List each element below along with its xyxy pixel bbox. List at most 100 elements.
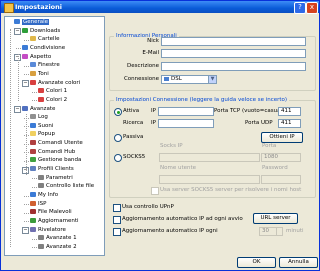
tree-item-icon bbox=[38, 174, 44, 180]
tree-item-label: Generale bbox=[22, 19, 50, 25]
connection-select[interactable]: DSL ▼ bbox=[161, 75, 217, 84]
tree-item[interactable]: Avanzate 2 bbox=[38, 243, 77, 251]
tree-item[interactable]: Gestione banda bbox=[30, 157, 81, 164]
tree-item-icon bbox=[38, 183, 44, 189]
socks-ip-input[interactable] bbox=[159, 153, 260, 162]
active-radio[interactable] bbox=[114, 108, 122, 116]
tree-item[interactable]: Finestre bbox=[30, 62, 60, 69]
socks-resolve-label: Usa server SOCKS5 server per risolvere i… bbox=[160, 187, 302, 193]
tree-guide-line bbox=[18, 54, 19, 101]
get-ip-button[interactable]: Ottieni IP bbox=[261, 132, 303, 143]
tree-connector bbox=[32, 178, 37, 180]
spin-icon[interactable] bbox=[276, 228, 282, 235]
tree-item-icon bbox=[30, 166, 36, 172]
close-button[interactable]: x bbox=[306, 2, 318, 14]
tree-item[interactable]: Condivisione bbox=[22, 44, 65, 52]
tree-item[interactable]: Aspetto bbox=[22, 53, 52, 61]
tree-item-icon bbox=[22, 44, 28, 50]
tree-item-label: Parametri bbox=[46, 174, 73, 181]
nick-input[interactable] bbox=[161, 37, 306, 46]
socks-port-label: Porta bbox=[262, 143, 277, 149]
password-input[interactable] bbox=[261, 175, 301, 184]
tree-item[interactable]: ISP bbox=[30, 200, 46, 208]
description-input[interactable] bbox=[161, 62, 306, 71]
auto-ip-every-checkbox[interactable] bbox=[113, 228, 121, 236]
tree-item[interactable]: My Info bbox=[30, 192, 58, 199]
tree-connector bbox=[16, 48, 21, 50]
tree-item-icon bbox=[30, 209, 36, 215]
auto-ip-checkbox[interactable] bbox=[113, 216, 121, 224]
ok-button[interactable]: OK bbox=[237, 257, 276, 268]
tree-item-icon bbox=[30, 62, 36, 68]
upnp-label: Usa controllo UPnP bbox=[122, 204, 174, 210]
tree-item[interactable]: Log bbox=[30, 114, 48, 121]
tree-item[interactable]: Colori 1 bbox=[38, 88, 67, 95]
tree-item-label: Aspetto bbox=[30, 53, 52, 60]
tree-item-icon bbox=[30, 36, 36, 42]
title-bar[interactable]: Impostazioni ? x bbox=[1, 1, 319, 14]
tree-item[interactable]: Suoni bbox=[30, 122, 53, 130]
tree-item-icon bbox=[30, 114, 36, 120]
minutes-input[interactable]: 30 bbox=[259, 227, 283, 236]
upnp-checkbox[interactable] bbox=[113, 204, 121, 212]
tree-expander[interactable]: − bbox=[22, 227, 29, 235]
tree-expander[interactable]: − bbox=[14, 106, 21, 113]
tree-item[interactable]: Cartelle bbox=[30, 36, 59, 43]
username-input[interactable] bbox=[159, 175, 260, 184]
tcp-port-input[interactable]: 411 bbox=[278, 107, 301, 116]
tree-item[interactable]: Profili Clients bbox=[30, 166, 74, 173]
tree-item[interactable]: File Malevoli bbox=[30, 209, 72, 216]
chevron-down-icon[interactable]: ▼ bbox=[208, 76, 216, 83]
passive-label: Passiva bbox=[123, 134, 144, 140]
tree-item[interactable]: Avanzate bbox=[22, 105, 55, 113]
email-input[interactable] bbox=[161, 49, 306, 58]
help-button[interactable]: ? bbox=[294, 2, 306, 14]
tree-item[interactable]: Avanzate 1 bbox=[38, 235, 77, 242]
app-icon bbox=[4, 3, 14, 13]
tree-item[interactable]: Downloads bbox=[22, 27, 60, 35]
tree-item[interactable]: Comandi Utente bbox=[30, 140, 83, 147]
udp-port-input[interactable]: 411 bbox=[278, 119, 301, 128]
tree-item[interactable]: Parametri bbox=[38, 174, 73, 182]
email-label: E-Mail bbox=[142, 50, 159, 56]
tree-item-label: Rivelatore bbox=[38, 226, 66, 233]
tree-item-label: Aggiornamenti bbox=[38, 217, 79, 224]
tree-item[interactable]: Toni bbox=[30, 70, 49, 78]
active-label: Attiva bbox=[123, 108, 140, 114]
cancel-button[interactable]: Annulla bbox=[279, 257, 318, 268]
socks-resolve-checkbox[interactable] bbox=[151, 187, 159, 195]
tree-expander[interactable]: − bbox=[22, 80, 29, 88]
connection-title: Impostazioni Connessione (leggere la gui… bbox=[114, 97, 290, 103]
tree-item-icon bbox=[22, 105, 28, 111]
passive-radio[interactable] bbox=[114, 134, 122, 142]
tree-item[interactable]: Colori 2 bbox=[38, 96, 67, 104]
tree-item[interactable]: Controllo liste file bbox=[38, 183, 94, 190]
tree-item-icon bbox=[30, 200, 36, 206]
tree-item[interactable]: Rivelatore bbox=[30, 226, 66, 234]
connection-value: DSL bbox=[171, 76, 182, 82]
tree-item-icon bbox=[30, 79, 36, 85]
tree-item-icon bbox=[14, 19, 20, 24]
tree-item[interactable]: Comandi Hub bbox=[30, 148, 75, 156]
search-ip-input[interactable] bbox=[158, 119, 214, 128]
search-label: Ricerca bbox=[123, 120, 144, 126]
tree-item[interactable]: Popup bbox=[30, 131, 55, 138]
tree-connector bbox=[24, 74, 29, 76]
tree-item-icon bbox=[30, 217, 36, 223]
tree-item-label: Comandi Utente bbox=[38, 140, 83, 147]
tree-item[interactable]: Aggiornamenti bbox=[30, 217, 79, 225]
tree-item-icon bbox=[30, 157, 36, 163]
socks-port-input[interactable]: 1080 bbox=[261, 153, 301, 162]
tree-item[interactable]: Avanzate colori bbox=[30, 79, 80, 87]
socks5-radio[interactable] bbox=[114, 154, 122, 162]
tree-expander[interactable]: − bbox=[14, 28, 21, 36]
tree-item[interactable]: Generale bbox=[14, 19, 50, 26]
settings-tree[interactable]: Generale − Downloads Cartelle Condivisione − A… bbox=[4, 16, 105, 256]
tree-connector bbox=[24, 65, 29, 67]
tree-item-label: Log bbox=[38, 114, 48, 121]
ip-input[interactable] bbox=[158, 107, 214, 116]
tree-item-icon bbox=[38, 96, 44, 102]
tree-guide-line bbox=[10, 29, 11, 247]
url-server-button[interactable]: URL server bbox=[253, 213, 298, 224]
tree-item-icon bbox=[30, 131, 36, 137]
